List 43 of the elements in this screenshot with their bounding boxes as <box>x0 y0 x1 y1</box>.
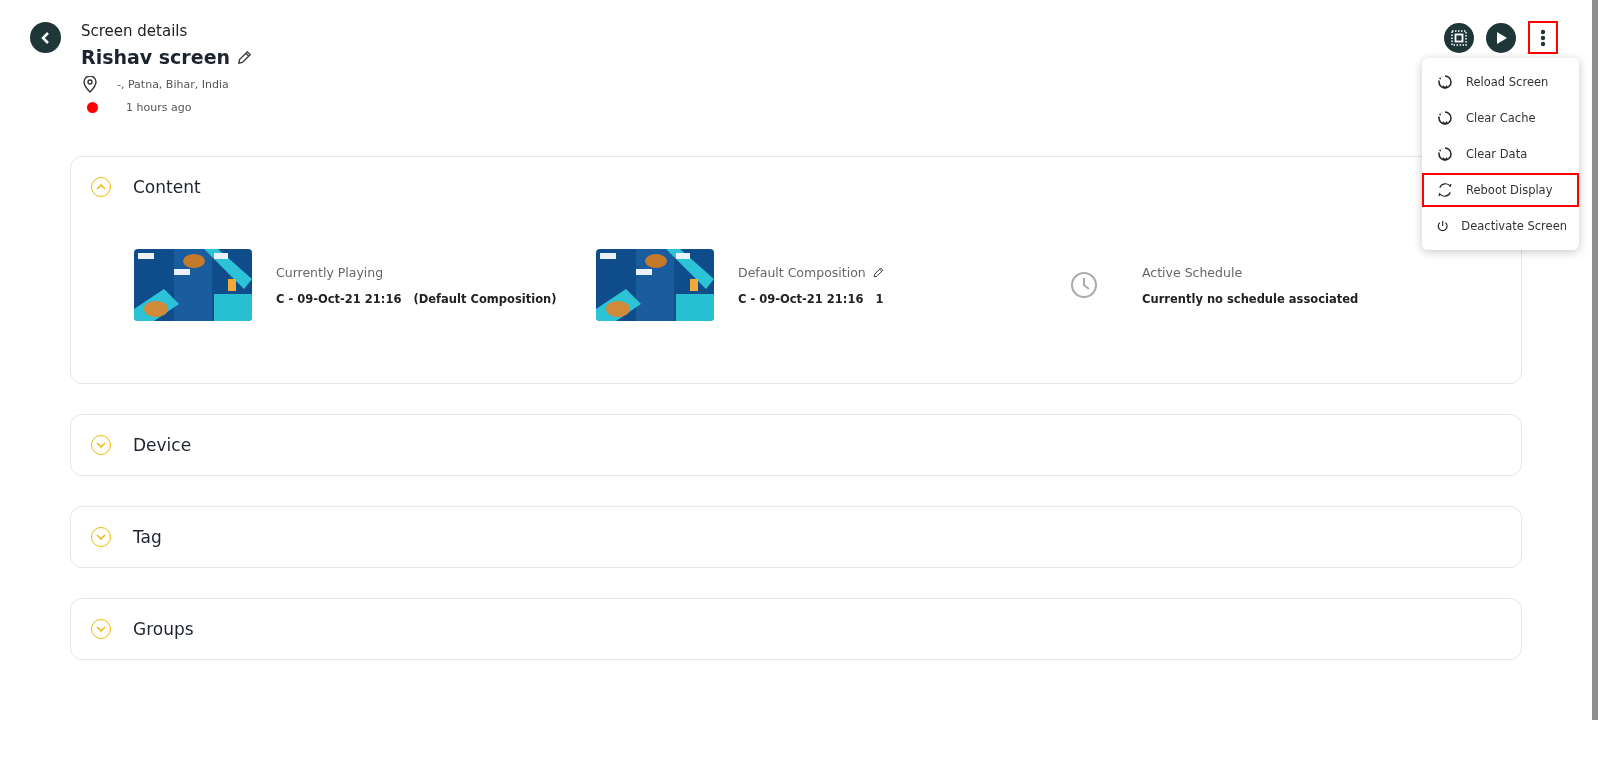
fullscreen-button[interactable] <box>1444 22 1474 53</box>
section-title: Tag <box>133 527 162 547</box>
info-label: Default Composition <box>738 264 866 280</box>
section-title: Device <box>133 435 192 455</box>
sync-icon <box>1436 181 1454 199</box>
play-button[interactable] <box>1486 22 1516 53</box>
chevron-up-icon <box>96 184 106 190</box>
section-title: Groups <box>133 619 194 639</box>
pencil-icon[interactable] <box>236 48 254 66</box>
back-button[interactable] <box>30 22 61 53</box>
info-label: Active Schedule <box>1142 264 1243 280</box>
screen-name: Rishav screen <box>81 46 231 68</box>
location-text: -, Patna, Bihar, India <box>117 78 229 91</box>
menu-item[interactable]: Deactivate Screen <box>1422 209 1579 243</box>
expand-toggle[interactable] <box>91 435 111 455</box>
chevron-down-icon <box>96 442 106 448</box>
chevron-left-icon <box>40 31 51 44</box>
clock-icon <box>1070 271 1098 299</box>
chevron-down-icon <box>96 626 106 632</box>
menu-item[interactable]: Reload Screen <box>1422 65 1579 99</box>
fullscreen-icon <box>1450 28 1468 47</box>
play-icon <box>1494 30 1508 45</box>
page-subtitle: Screen details <box>81 22 189 40</box>
section-title: Content <box>133 177 201 197</box>
menu-item[interactable]: Reboot Display <box>1422 173 1579 207</box>
info-value: Currently no schedule associated <box>1142 291 1359 306</box>
info-label: Currently Playing <box>276 264 384 280</box>
reload-icon <box>1436 145 1454 163</box>
more-button[interactable] <box>1528 21 1558 54</box>
more-vertical-icon <box>1540 28 1546 47</box>
expand-toggle[interactable] <box>91 177 111 197</box>
chevron-down-icon <box>96 534 106 540</box>
expand-toggle[interactable] <box>91 619 111 639</box>
pencil-icon[interactable] <box>871 265 885 279</box>
info-value: C - 09-Oct-21 21:16 (Default Composition) <box>276 291 557 306</box>
reload-icon <box>1436 109 1454 127</box>
info-value: C - 09-Oct-21 21:16 1 <box>738 291 885 306</box>
expand-toggle[interactable] <box>91 527 111 547</box>
menu-item[interactable]: Clear Data <box>1422 137 1579 171</box>
last-seen-text: 1 hours ago <box>126 101 192 114</box>
reload-icon <box>1436 73 1454 91</box>
location-pin-icon <box>83 76 97 93</box>
menu-item[interactable]: Clear Cache <box>1422 101 1579 135</box>
